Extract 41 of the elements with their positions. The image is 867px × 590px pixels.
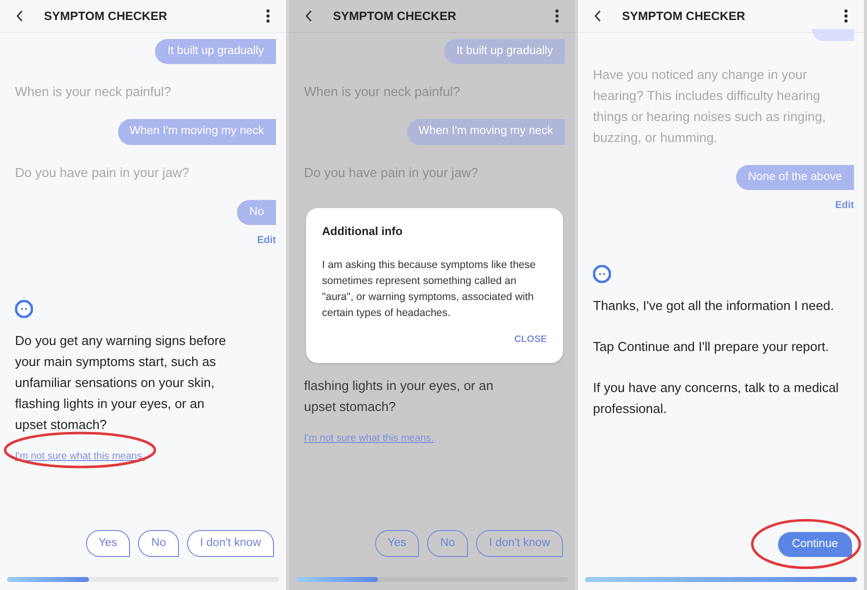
screen-title: SYMPTOM CHECKER (333, 8, 456, 25)
bot-message: Do you get any warning signs before your main symptoms start, such as unfamiliar sensations on your skin, flashing lights in your eyes, or an upset stomach? (15, 332, 228, 434)
reply-bubble: When I'm moving my neck (118, 119, 276, 144)
answer-button[interactable]: Yes (86, 530, 130, 557)
question-text: Do you have pain in your jaw? (304, 164, 480, 182)
reply-bubble: It built up gradually (444, 39, 565, 64)
reply-bubble: None of the above (736, 165, 854, 190)
question-text: When is your neck painful? (304, 83, 462, 102)
back-icon[interactable] (16, 10, 24, 22)
dialog-body: I am asking this because symptoms like these sometimes represent something called an "aura", or warning symptoms, associated with certain types of headaches. (322, 258, 537, 321)
help-link[interactable]: I'm not sure what this means. (304, 433, 434, 444)
reply-bubble (812, 29, 854, 41)
reply-bubble: No (237, 200, 276, 225)
bot-avatar-icon (15, 300, 33, 318)
bot-message: If you have any concerns, talk to a medical professional. (593, 379, 840, 418)
question-text: Have you noticed any change in your hearing? This includes difficulty hearing things or hearing noises such as ringing, buzzing, or humming. (593, 66, 827, 147)
reply-bubble: When I'm moving my neck (406, 119, 565, 144)
dialog-title: Additional info (322, 224, 404, 240)
answer-button[interactable]: I don't know (186, 530, 274, 557)
reply-bubble: It built up gradually (155, 39, 276, 64)
answer-button[interactable]: No (427, 530, 468, 557)
bot-message: Tap Continue and I'll prepare your report. (593, 338, 830, 356)
screen-title: SYMPTOM CHECKER (622, 8, 746, 25)
back-icon[interactable] (594, 10, 602, 22)
more-options-icon[interactable] (266, 9, 270, 23)
bot-message: Thanks, I've got all the information I need. (593, 297, 835, 316)
question-text: Do you have pain in your jaw? (15, 164, 190, 182)
edit-link[interactable]: Edit (257, 232, 276, 248)
back-icon[interactable] (305, 10, 313, 22)
question-text: When is your neck painful? (15, 83, 172, 102)
edit-link[interactable]: Edit (835, 198, 854, 214)
answer-button[interactable]: I don't know (476, 530, 563, 557)
bot-avatar-icon (593, 265, 611, 284)
answer-button[interactable]: Continue (778, 532, 852, 557)
more-options-icon[interactable] (555, 9, 559, 23)
screen-title: SYMPTOM CHECKER (44, 8, 168, 25)
close-button[interactable]: CLOSE (514, 332, 547, 347)
answer-button[interactable]: No (138, 530, 179, 557)
answer-button[interactable]: Yes (374, 530, 420, 557)
bot-message: flashing lights in your eyes, or an upset stomach? (304, 377, 494, 416)
more-options-icon[interactable] (844, 9, 848, 23)
